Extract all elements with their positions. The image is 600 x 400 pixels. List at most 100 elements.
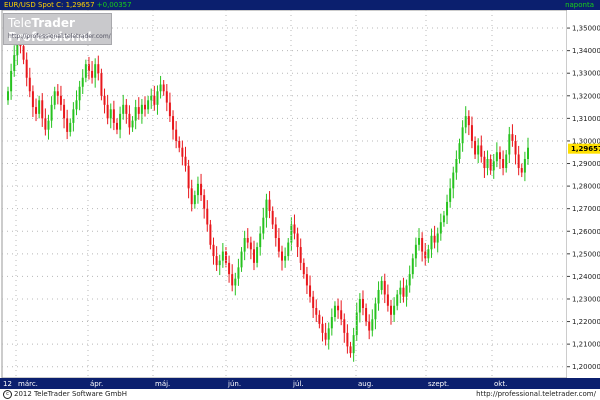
candle-body	[374, 303, 377, 320]
candle-body	[284, 256, 287, 261]
candle-body	[231, 274, 234, 286]
candle-body	[389, 305, 392, 315]
candle-body	[477, 145, 480, 155]
x-tick-label: szept.	[428, 380, 449, 388]
y-tick-label: 1,25000	[572, 250, 600, 258]
logo-brand-part1: Tele	[8, 16, 32, 30]
price-chart: 1,20000 1,21000 1,22000 1,23000 1,24000 1,250…	[0, 10, 600, 389]
candle-body	[523, 159, 526, 173]
candle-body	[486, 159, 489, 169]
candle-body	[277, 238, 280, 252]
candle-body	[128, 113, 131, 128]
candle-body	[302, 262, 305, 275]
candle-body	[405, 285, 408, 297]
candle-body	[305, 274, 308, 286]
candle-body	[187, 165, 190, 189]
candle-body	[421, 238, 424, 252]
candle-body	[296, 233, 299, 248]
candle-body	[234, 278, 237, 286]
y-tick-label: 1,24000	[572, 273, 600, 281]
copyright-text: 2012 TeleTrader Software GmbH	[14, 390, 127, 398]
candle-body	[330, 317, 333, 329]
candle-body	[265, 199, 268, 218]
candle-body	[402, 287, 405, 297]
x-tick-label: okt.	[494, 380, 507, 388]
x-tick-label: júl.	[292, 380, 304, 388]
candle-body	[150, 95, 153, 101]
candle-body	[237, 267, 240, 279]
candle-body	[352, 335, 355, 354]
title-bar: EUR/USD Spot C: 1,29657 +0,00357 naponta	[0, 0, 600, 10]
candle-body	[281, 251, 284, 261]
candle-body	[318, 314, 321, 324]
candle-body	[162, 84, 165, 92]
candle-body	[312, 296, 315, 309]
candle-body	[505, 154, 508, 169]
candle-body	[47, 120, 50, 130]
y-tick-label: 1,28000	[572, 183, 600, 191]
candle-body	[106, 104, 109, 119]
x-tick-label: ápr.	[90, 380, 103, 388]
y-tick-label: 1,20000	[572, 363, 600, 371]
x-tick-label: márc.	[18, 380, 38, 388]
candle-body	[156, 91, 159, 105]
candle-body	[315, 308, 318, 315]
candle-body	[446, 201, 449, 216]
candle-body	[178, 140, 181, 148]
candle-body	[324, 332, 327, 340]
candle-body	[38, 100, 41, 114]
candle-body	[455, 159, 458, 173]
candle-body	[97, 64, 100, 74]
change-label: +0,00357	[96, 1, 132, 9]
candle-body	[206, 208, 209, 225]
candle-body	[196, 183, 199, 196]
candle-body	[7, 91, 9, 101]
candle-body	[240, 251, 243, 268]
candle-body	[109, 109, 112, 119]
candle-body	[290, 224, 293, 243]
candle-body	[418, 238, 421, 245]
candle-body	[414, 244, 417, 259]
candle-body	[63, 104, 66, 119]
candle-body	[262, 217, 265, 234]
candle-body	[184, 156, 187, 166]
candle-body	[13, 55, 16, 71]
candle-body	[84, 64, 87, 78]
candle-body	[50, 104, 53, 121]
candle-body	[309, 285, 312, 297]
candle-body	[452, 172, 455, 189]
candle-body	[458, 143, 461, 160]
candle-body	[131, 120, 134, 128]
candle-body	[25, 59, 28, 78]
candle-body	[153, 95, 156, 105]
candle-body	[393, 305, 396, 315]
candle-body	[78, 86, 81, 101]
candle-body	[346, 332, 349, 347]
copyright: c 2012 TeleTrader Software GmbH	[3, 389, 127, 400]
y-tick-label: 1,31000	[572, 115, 600, 123]
candle-body	[439, 222, 442, 234]
candle-body	[371, 319, 374, 331]
candle-body	[508, 134, 511, 155]
candle-body	[343, 319, 346, 333]
candle-body	[193, 195, 196, 205]
candle-body	[228, 262, 231, 275]
candle-body	[75, 100, 78, 110]
candle-body	[383, 280, 386, 295]
candle-body	[41, 100, 44, 119]
footer-site-link[interactable]: http://professional.teletrader.com/	[476, 389, 596, 400]
candle-body	[165, 91, 168, 103]
symbol-header: EUR/USD Spot C: 1,29657 +0,00357	[4, 0, 132, 10]
candle-body	[498, 152, 501, 160]
candle-body	[259, 233, 262, 248]
candle-body	[368, 321, 371, 331]
candle-body	[66, 118, 69, 132]
candle-body	[511, 134, 514, 141]
x-tick-label: jún.	[227, 380, 241, 388]
candle-body	[252, 249, 255, 263]
candle-body	[215, 256, 218, 266]
candle-body	[103, 95, 106, 105]
x-tick-label: máj.	[155, 380, 170, 388]
y-tick-label: 1,33000	[572, 70, 600, 78]
candle-body	[449, 188, 452, 202]
